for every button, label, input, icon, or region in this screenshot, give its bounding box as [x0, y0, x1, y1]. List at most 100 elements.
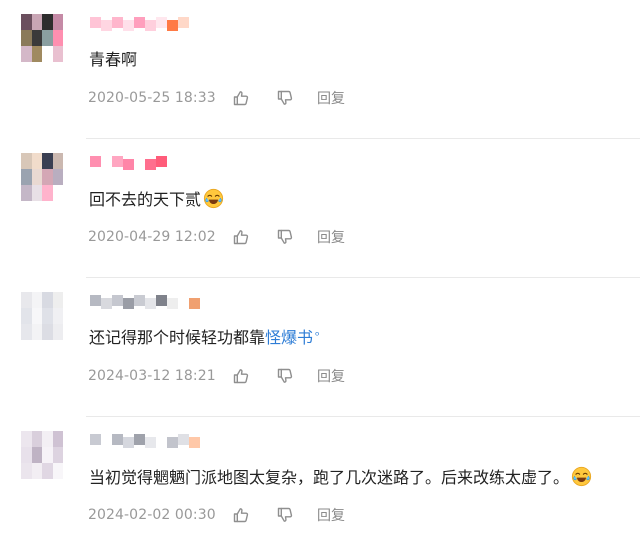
avatar-pixel [52, 463, 63, 479]
username-pixel [178, 295, 189, 306]
comment-body: 青春啊 [89, 50, 138, 69]
username-pixel [90, 156, 101, 167]
username-pixel [134, 434, 145, 445]
avatar-pixel [42, 431, 53, 447]
avatar-pixel [42, 463, 53, 479]
avatar-pixel [52, 14, 63, 30]
avatar-pixel [52, 292, 63, 308]
avatar-pixel [21, 292, 32, 308]
username-pixel [145, 298, 156, 309]
avatar-pixel [42, 14, 53, 30]
thumbs-down-icon[interactable] [275, 505, 295, 525]
reply-button[interactable]: 回复 [317, 366, 345, 386]
avatar-pixel [52, 447, 63, 463]
comment-item: 还记得那个时候轻功都靠怪爆书 ᵒ 2024-03-12 18:21 回复 [0, 278, 640, 417]
reply-button[interactable]: 回复 [317, 227, 345, 247]
avatar-pixel [42, 169, 53, 185]
avatar[interactable] [21, 431, 63, 479]
avatar-pixel [31, 169, 42, 185]
username-pixel [112, 156, 123, 167]
username-pixel [90, 295, 101, 306]
comment-actions: 2024-03-12 18:21 回复 [88, 367, 345, 385]
avatar-pixel [31, 447, 42, 463]
avatar-pixel [21, 14, 32, 30]
username-pixel [101, 298, 112, 309]
username-pixel [101, 159, 112, 170]
avatar-pixel [31, 463, 42, 479]
avatar-pixel [21, 308, 32, 324]
search-link[interactable]: 怪爆书 [265, 328, 313, 347]
avatar-pixel [52, 46, 63, 62]
timestamp: 2020-05-25 18:33 [88, 90, 216, 106]
avatar-pixel [52, 324, 63, 340]
username-pixel [123, 20, 134, 31]
username-pixel [134, 295, 145, 306]
avatar-pixel [21, 169, 32, 185]
crying-laughing-emoji [203, 188, 224, 209]
comment-item: 回不去的天下贰 2020-04-29 12:02 回复 [0, 139, 640, 278]
avatar-pixel [31, 153, 42, 169]
comment-item: 当初觉得魍魉门派地图太复杂，跑了几次迷路了。后来改练太虚了。 2024-02-02… [0, 417, 640, 548]
thumbs-down-icon[interactable] [275, 227, 295, 247]
avatar-pixel [31, 46, 42, 62]
username-pixel [145, 159, 156, 170]
avatar-pixel [42, 324, 53, 340]
avatar[interactable] [21, 14, 63, 62]
username-pixel [167, 20, 178, 31]
username-pixel [145, 437, 156, 448]
comment-body: 还记得那个时候轻功都靠 [89, 328, 266, 347]
search-icon[interactable]: ᵒ [315, 329, 320, 342]
avatar[interactable] [21, 153, 63, 201]
reply-button[interactable]: 回复 [317, 505, 345, 525]
avatar-pixel [42, 185, 53, 201]
comment-actions: 2024-02-02 00:30 回复 [88, 506, 345, 524]
avatar-pixel [21, 153, 32, 169]
username-pixel [189, 437, 200, 448]
timestamp: 2024-02-02 00:30 [88, 507, 216, 523]
username-pixel [112, 434, 123, 445]
avatar-pixel [42, 30, 53, 46]
crying-laughing-emoji [571, 466, 592, 487]
username-pixel [90, 434, 101, 445]
username-pixel [112, 17, 123, 28]
avatar-pixel [21, 46, 32, 62]
comment-body: 回不去的天下贰 [89, 190, 202, 209]
avatar-pixel [42, 46, 53, 62]
comment-text: 回不去的天下贰 [89, 188, 224, 211]
thumbs-up-icon[interactable] [231, 88, 251, 108]
username-pixel [156, 295, 167, 306]
username-pixel [134, 156, 145, 167]
comment-text: 青春啊 [89, 49, 137, 71]
avatar-pixel [42, 447, 53, 463]
username-pixel [123, 298, 134, 309]
thumbs-down-icon[interactable] [275, 88, 295, 108]
avatar-pixel [52, 169, 63, 185]
username-pixel [156, 17, 167, 28]
username-pixel [134, 17, 145, 28]
username-pixel [90, 17, 101, 28]
username-pixel [178, 434, 189, 445]
username-pixel [112, 295, 123, 306]
avatar[interactable] [21, 292, 63, 340]
comment-body: 当初觉得魍魉门派地图太复杂，跑了几次迷路了。后来改练太虚了。 [89, 468, 570, 487]
username-pixel [156, 156, 167, 167]
avatar-pixel [21, 30, 32, 46]
thumbs-up-icon[interactable] [231, 505, 251, 525]
comment-actions: 2020-05-25 18:33 回复 [88, 89, 345, 107]
reply-button[interactable]: 回复 [317, 88, 345, 108]
comment-item: 青春啊 2020-05-25 18:33 回复 [0, 0, 640, 139]
avatar-pixel [42, 153, 53, 169]
username-pixel [167, 298, 178, 309]
comment-text: 当初觉得魍魉门派地图太复杂，跑了几次迷路了。后来改练太虚了。 [89, 466, 592, 489]
thumbs-up-icon[interactable] [231, 227, 251, 247]
username-pixel [189, 298, 200, 309]
thumbs-up-icon[interactable] [231, 366, 251, 386]
thumbs-down-icon[interactable] [275, 366, 295, 386]
avatar-pixel [21, 463, 32, 479]
avatar-pixel [31, 308, 42, 324]
avatar-pixel [52, 153, 63, 169]
username-pixel [123, 437, 134, 448]
avatar-pixel [21, 431, 32, 447]
avatar-pixel [31, 292, 42, 308]
avatar-pixel [21, 185, 32, 201]
